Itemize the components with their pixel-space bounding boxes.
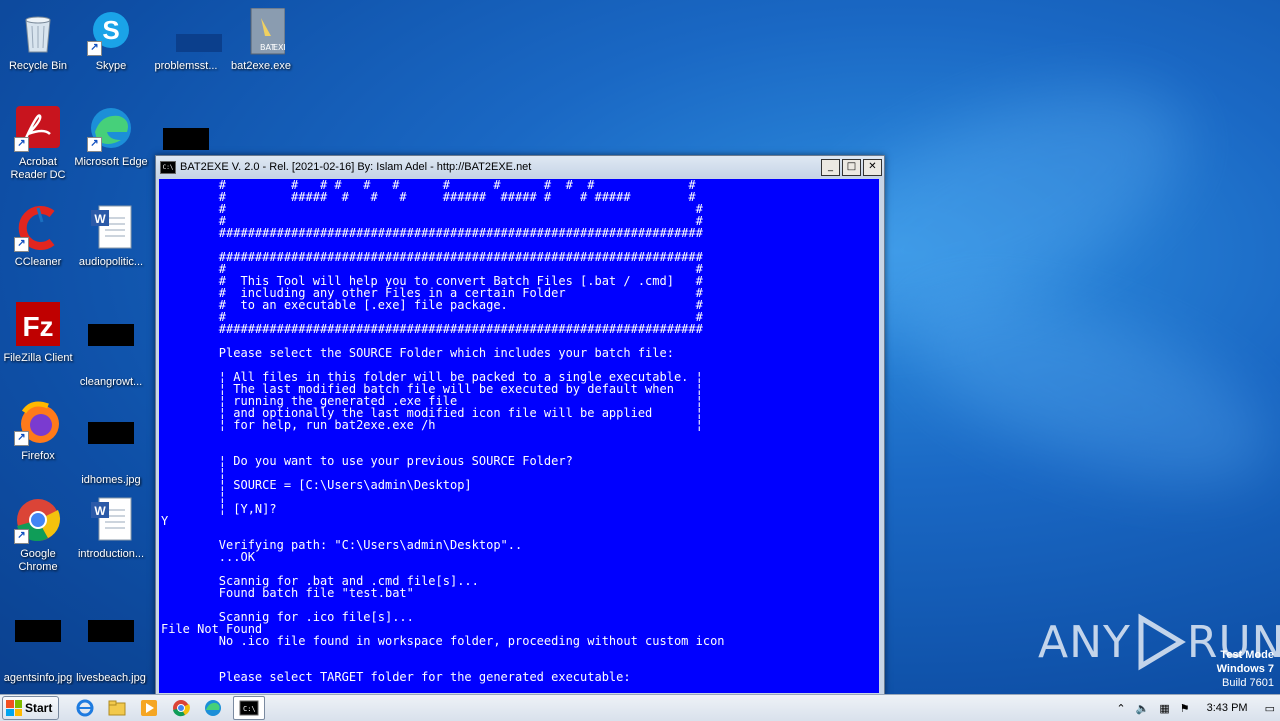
console-output[interactable]: # # # # # # # # # # # # # ##### # # # ##… <box>159 179 879 693</box>
desktop-icon-firefox[interactable]: ↗ Firefox <box>0 398 76 463</box>
edge-icon <box>205 700 222 716</box>
internet-explorer-icon <box>76 699 94 717</box>
maximize-button[interactable]: □ <box>842 158 861 176</box>
show-hidden-icons[interactable]: ⌃ <box>1116 702 1125 715</box>
clock[interactable]: 3:43 PM <box>1207 702 1248 714</box>
redacted-icon <box>163 128 209 150</box>
shortcut-arrow-icon: ↗ <box>14 529 29 544</box>
window-titlebar[interactable]: C:\ BAT2EXE V. 2.0 - Rel. [2021-02-16] B… <box>156 156 884 178</box>
media-player-icon <box>141 700 158 716</box>
desktop-icon-label: idhomes.jpg <box>81 474 141 486</box>
firefox-icon: ↗ <box>14 398 62 446</box>
console-window[interactable]: C:\ BAT2EXE V. 2.0 - Rel. [2021-02-16] B… <box>155 155 885 697</box>
svg-text:C:\: C:\ <box>243 705 256 713</box>
desktop-icon-livesbeach[interactable]: livesbeach.jpg <box>73 596 149 685</box>
shortcut-arrow-icon: ↗ <box>87 137 102 152</box>
desktop-icon-label: Microsoft Edge <box>74 156 148 168</box>
desktop-icon-bat2exe[interactable]: BATEXE bat2exe.exe <box>223 7 299 73</box>
ccleaner-icon: ↗ <box>14 204 62 252</box>
desktop-icon-ccleaner[interactable]: ↗ CCleaner <box>0 204 76 269</box>
taskbar-chrome-button[interactable] <box>169 697 193 719</box>
console-app-icon: C:\ <box>160 160 176 174</box>
desktop-icon-label: Acrobat Reader DC <box>10 156 66 181</box>
acrobat-icon: ↗ <box>14 104 62 152</box>
taskbar-ie-button[interactable] <box>73 697 97 719</box>
shortcut-arrow-icon: ↗ <box>14 237 29 252</box>
desktop-icon-problemsst[interactable]: problemsst... <box>148 8 224 73</box>
desktop-icon-label: livesbeach.jpg <box>76 672 146 684</box>
desktop-icon-label: bat2exe.exe <box>231 60 291 72</box>
filezilla-icon: Fz <box>14 300 62 348</box>
desktop-icon-label: problemsst... <box>154 60 218 72</box>
windows-flag-icon <box>6 700 22 716</box>
image-file-icon <box>87 324 135 372</box>
image-file-icon <box>87 620 135 668</box>
file-icon <box>162 8 222 56</box>
action-center-flag-icon[interactable]: ⚑ <box>1180 702 1190 715</box>
desktop-icon-introduction[interactable]: W introduction... <box>73 496 149 561</box>
show-desktop-icon[interactable]: ▭ <box>1265 702 1275 715</box>
desktop-icon-label: Skype <box>95 60 127 72</box>
desktop-icon-recycle-bin[interactable]: Recycle Bin <box>0 8 76 73</box>
desktop-icon-chrome[interactable]: ↗ Google Chrome <box>0 496 76 574</box>
desktop-icon-label: cleangrowt... <box>79 376 143 388</box>
console-icon: C:\ <box>239 700 259 716</box>
minimize-button[interactable]: _ <box>821 158 840 176</box>
desktop-icon-label: Google Chrome <box>18 548 58 573</box>
svg-text:Fz: Fz <box>22 311 53 342</box>
word-doc-icon: W <box>87 204 135 252</box>
desktop-icon-label: Recycle Bin <box>8 60 68 72</box>
close-button[interactable]: ✕ <box>863 158 882 176</box>
desktop-icon-label: audiopolitic... <box>78 256 144 268</box>
taskbar-explorer-button[interactable] <box>105 697 129 719</box>
chrome-icon <box>173 700 191 717</box>
skype-icon: S ↗ <box>87 8 135 56</box>
folder-icon <box>108 700 126 716</box>
svg-text:W: W <box>94 504 106 518</box>
shortcut-arrow-icon: ↗ <box>14 431 29 446</box>
desktop-icon-agentsinfo[interactable]: agentsinfo.jpg <box>0 596 76 685</box>
volume-icon[interactable]: 🔈 <box>1136 702 1150 715</box>
desktop-icon-acrobat[interactable]: ↗ Acrobat Reader DC <box>0 104 76 182</box>
svg-text:EXE: EXE <box>273 43 285 52</box>
test-mode-notice: Test Mode Windows 7 Build 7601 <box>1217 648 1274 690</box>
image-file-icon <box>14 620 62 668</box>
taskbar-media-button[interactable] <box>137 697 161 719</box>
chrome-icon: ↗ <box>14 496 62 544</box>
edge-icon: ↗ <box>87 104 135 152</box>
shortcut-arrow-icon: ↗ <box>87 41 102 56</box>
recycle-bin-icon <box>14 8 62 56</box>
shortcut-arrow-icon: ↗ <box>14 137 29 152</box>
start-label: Start <box>25 701 53 715</box>
desktop-icon-cleangrowt[interactable]: cleangrowt... <box>73 300 149 389</box>
system-tray: ⌃ 🔈 ▦ ⚑ 3:43 PM ▭ <box>1111 695 1280 721</box>
play-logo-icon <box>1138 613 1186 671</box>
bat2exe-icon: BATEXE <box>237 7 289 56</box>
watermark-brand: ANY <box>1038 616 1131 668</box>
window-title: BAT2EXE V. 2.0 - Rel. [2021-02-16] By: I… <box>180 161 532 173</box>
svg-text:S: S <box>102 15 119 45</box>
desktop-icon-filezilla[interactable]: Fz FileZilla Client <box>0 300 76 365</box>
desktop-icon-idhomes[interactable]: idhomes.jpg <box>73 398 149 487</box>
build-label: Build 7601 <box>1222 677 1274 689</box>
svg-text:W: W <box>94 212 106 226</box>
desktop-icon-skype[interactable]: S ↗ Skype <box>73 8 149 73</box>
desktop-icon-label: FileZilla Client <box>3 352 73 364</box>
taskbar-console-button[interactable]: C:\ <box>233 696 266 720</box>
test-mode-label: Test Mode <box>1220 649 1274 661</box>
os-label: Windows 7 <box>1216 663 1274 675</box>
word-doc-icon: W <box>87 496 135 544</box>
taskbar: Start C:\ ⌃ 🔈 ▦ ⚑ 3:43 PM ▭ <box>0 694 1280 721</box>
network-icon[interactable]: ▦ <box>1159 702 1169 715</box>
taskbar-edge-button[interactable] <box>201 697 225 719</box>
desktop-icon-label: CCleaner <box>14 256 62 268</box>
start-button[interactable]: Start <box>2 696 60 720</box>
desktop-icon-audiopolitic[interactable]: W audiopolitic... <box>73 204 149 269</box>
console-text: # # # # # # # # # # # # # ##### # # # ##… <box>161 179 725 684</box>
desktop-icon-label: introduction... <box>77 548 145 560</box>
desktop-icon-edge[interactable]: ↗ Microsoft Edge <box>73 104 149 169</box>
desktop-icon-label: agentsinfo.jpg <box>3 672 73 684</box>
desktop-icon-label: Firefox <box>21 450 55 462</box>
image-file-icon <box>87 422 135 470</box>
